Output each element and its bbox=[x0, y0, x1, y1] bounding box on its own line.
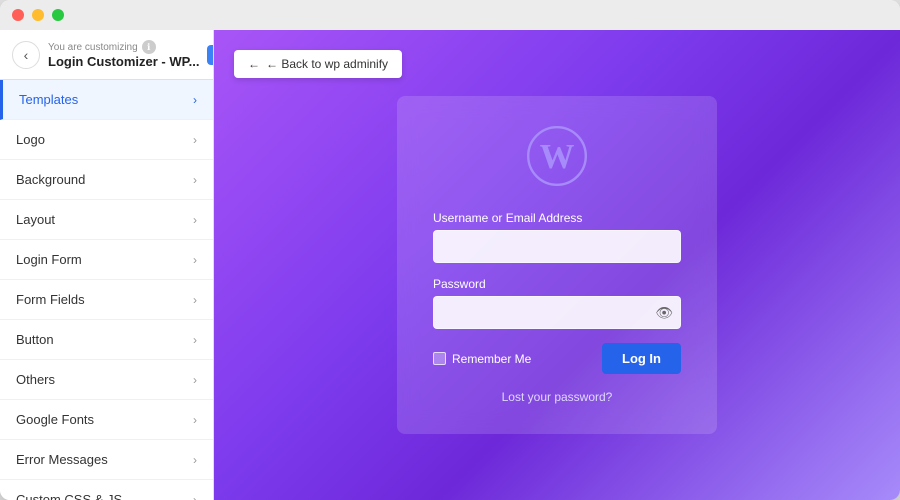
arrow-left-icon: ← bbox=[248, 57, 260, 71]
back-to-plugin-button[interactable]: ← ← Back to wp adminify bbox=[234, 50, 402, 78]
preview-area: ← ← Back to wp adminify W Username or Em… bbox=[214, 30, 900, 500]
username-group: Username or Email Address bbox=[433, 211, 681, 263]
sidebar-header: ‹ You are customizing ℹ Login Customizer… bbox=[0, 30, 213, 80]
minimize-button[interactable] bbox=[32, 9, 44, 21]
chevron-icon: › bbox=[193, 373, 197, 387]
chevron-icon: › bbox=[193, 333, 197, 347]
sidebar-item-custom-css-js[interactable]: Custom CSS & JS › bbox=[0, 480, 213, 500]
sidebar-nav: Templates › Logo › Background › Layout ›… bbox=[0, 80, 213, 500]
sidebar: ‹ You are customizing ℹ Login Customizer… bbox=[0, 30, 214, 500]
sidebar-item-button[interactable]: Button › bbox=[0, 320, 213, 360]
remember-row: Remember Me Log In bbox=[433, 343, 681, 374]
sidebar-item-others[interactable]: Others › bbox=[0, 360, 213, 400]
svg-text:W: W bbox=[540, 137, 575, 176]
chevron-icon: › bbox=[193, 93, 197, 107]
customizing-label: You are customizing ℹ bbox=[48, 40, 199, 54]
sidebar-item-form-fields[interactable]: Form Fields › bbox=[0, 280, 213, 320]
chevron-icon: › bbox=[193, 493, 197, 500]
chevron-icon: › bbox=[193, 293, 197, 307]
password-input[interactable] bbox=[433, 296, 681, 329]
sidebar-item-login-form[interactable]: Login Form › bbox=[0, 240, 213, 280]
login-form: Username or Email Address Password 👁 bbox=[433, 211, 681, 374]
sidebar-item-layout[interactable]: Layout › bbox=[0, 200, 213, 240]
sidebar-item-google-fonts[interactable]: Google Fonts › bbox=[0, 400, 213, 440]
login-card: W Username or Email Address Password 👁 bbox=[397, 96, 717, 434]
sidebar-title: Login Customizer - WP... bbox=[48, 54, 199, 69]
chevron-icon: › bbox=[193, 413, 197, 427]
password-label: Password bbox=[433, 277, 681, 291]
password-group: Password 👁 bbox=[433, 277, 681, 329]
password-input-wrapper: 👁 bbox=[433, 296, 681, 329]
app-window: ‹ You are customizing ℹ Login Customizer… bbox=[0, 0, 900, 500]
sidebar-item-templates[interactable]: Templates › bbox=[0, 80, 213, 120]
chevron-icon: › bbox=[193, 453, 197, 467]
username-input[interactable] bbox=[433, 230, 681, 263]
sidebar-back-button[interactable]: ‹ bbox=[12, 41, 40, 69]
username-label: Username or Email Address bbox=[433, 211, 681, 225]
sidebar-item-background[interactable]: Background › bbox=[0, 160, 213, 200]
remember-me-checkbox[interactable] bbox=[433, 352, 446, 365]
sidebar-item-error-messages[interactable]: Error Messages › bbox=[0, 440, 213, 480]
sidebar-item-logo[interactable]: Logo › bbox=[0, 120, 213, 160]
back-to-plugin-label: ← Back to wp adminify bbox=[266, 57, 388, 71]
title-bar bbox=[0, 0, 900, 30]
toggle-password-icon[interactable]: 👁 bbox=[655, 304, 673, 321]
maximize-button[interactable] bbox=[52, 9, 64, 21]
chevron-icon: › bbox=[193, 253, 197, 267]
lost-password-link[interactable]: Lost your password? bbox=[502, 390, 613, 404]
chevron-icon: › bbox=[193, 133, 197, 147]
app-content: ‹ You are customizing ℹ Login Customizer… bbox=[0, 30, 900, 500]
login-button[interactable]: Log In bbox=[602, 343, 681, 374]
close-button[interactable] bbox=[12, 9, 24, 21]
info-icon[interactable]: ℹ bbox=[142, 40, 156, 54]
chevron-icon: › bbox=[193, 213, 197, 227]
chevron-icon: › bbox=[193, 173, 197, 187]
remember-me-label: Remember Me bbox=[433, 352, 531, 366]
wp-logo: W bbox=[527, 126, 587, 191]
sidebar-title-block: You are customizing ℹ Login Customizer -… bbox=[48, 40, 199, 69]
